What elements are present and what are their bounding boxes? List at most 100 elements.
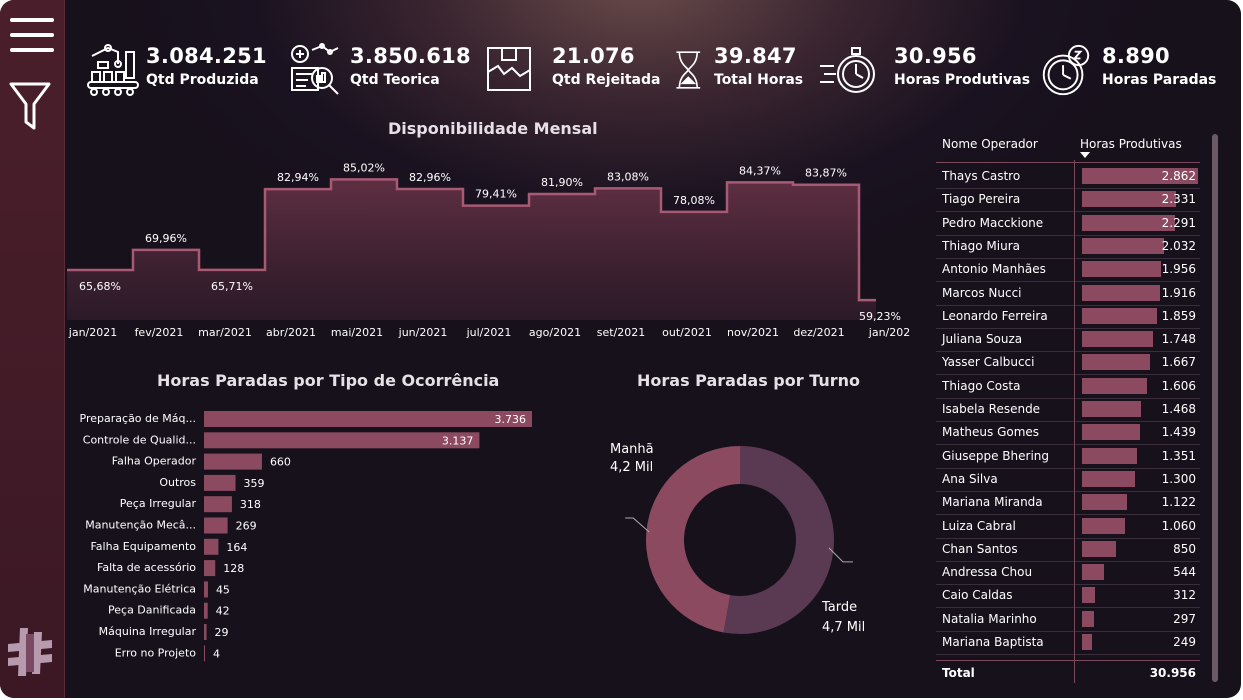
sleep-clock-icon	[1042, 44, 1090, 96]
hours-value: 1.439	[1161, 425, 1196, 440]
data-label: 83,87%	[805, 167, 847, 180]
bar-value-label: 359	[244, 477, 265, 490]
category-label: Preparação de Máq...	[80, 412, 196, 425]
hours-bar	[1082, 331, 1153, 348]
bar-chart-tipo-ocorrencia: Preparação de Máq... 3.736 Controle de Qua…	[80, 411, 532, 662]
sort-desc-icon[interactable]	[1080, 152, 1090, 159]
table-row[interactable]: Ana Silva 1.300	[936, 468, 1200, 492]
table-row[interactable]: Yasser Calbucci 1.667	[936, 351, 1200, 376]
data-label: 83,08%	[607, 170, 649, 183]
table-row[interactable]: Tiago Pereira 2.331	[936, 188, 1200, 213]
slice-category-label: Tarde	[821, 600, 857, 615]
operator-name: Andressa Chou	[942, 565, 1033, 580]
table-row[interactable]: Leonardo Ferreira 1.859	[936, 305, 1200, 329]
hours-value: 1.859	[1161, 308, 1196, 323]
chart-title-turno: Horas Paradas por Turno	[637, 371, 861, 390]
table-scrollbar[interactable]	[1212, 134, 1218, 682]
x-tick-label: jan/2021	[68, 326, 117, 339]
column-header-horas[interactable]: Horas Produtivas	[1080, 137, 1182, 151]
table-row[interactable]: Thiago Costa 1.606	[936, 375, 1200, 399]
table-row[interactable]: Isabela Resende 1.468	[936, 398, 1200, 422]
category-label: Peça Irregular	[120, 497, 197, 510]
kpi-value: 3.084.251	[146, 44, 267, 68]
x-tick-label: dez/2021	[793, 326, 844, 339]
operator-name: Natalia Marinho	[942, 611, 1037, 626]
table-row[interactable]: Pedro Macckione 2.291	[936, 212, 1200, 236]
kpi-horas-produtivas: 30.956 Horas Produtivas	[818, 40, 1031, 100]
bar-value-label: 164	[226, 541, 247, 554]
operator-name: Thiago Miura	[942, 238, 1020, 253]
category-label: Outros	[159, 476, 196, 489]
table-row[interactable]: Thiago Miura 2.032	[936, 235, 1200, 259]
kpi-value: 21.076	[552, 44, 635, 68]
data-label: 82,94%	[277, 171, 319, 184]
bar-value-label: 42	[216, 605, 230, 618]
hamburger-menu-icon[interactable]	[9, 15, 55, 55]
x-tick-label: set/2021	[597, 326, 646, 339]
slice-value-label: 4,2 Mil	[610, 460, 653, 475]
bar-value-label: 269	[236, 520, 257, 533]
table-row[interactable]: Chan Santos 850	[936, 538, 1200, 562]
hours-bar	[1082, 470, 1135, 487]
kpi-value: 30.956	[894, 44, 977, 68]
kpi-value: 8.890	[1102, 44, 1170, 68]
bar-value-label: 128	[223, 562, 244, 575]
table-row[interactable]: Marcos Nucci 1.916	[936, 282, 1200, 306]
hours-bar	[1082, 401, 1142, 417]
column-header-nome[interactable]: Nome Operador	[942, 137, 1038, 151]
total-divider	[936, 660, 1200, 661]
kpi-label: Qtd Teorica	[350, 72, 440, 88]
kpi-value: 39.847	[714, 44, 797, 68]
donut-slice	[646, 446, 740, 633]
table-row[interactable]: Antonio Manhães 1.956	[936, 258, 1200, 283]
operator-name: Leonardo Ferreira	[942, 308, 1048, 323]
category-label: Controle de Qualid...	[83, 433, 196, 446]
hours-value: 1.468	[1161, 402, 1196, 416]
hours-value: 297	[1173, 611, 1196, 626]
x-tick-label: ago/2021	[529, 326, 581, 339]
chart-title-disponibilidade: Disponibilidade Mensal	[388, 119, 598, 138]
table-row[interactable]: Thays Castro 2.862	[936, 165, 1200, 189]
total-label: Total	[942, 666, 975, 680]
operator-name: Tiago Pereira	[942, 192, 1021, 207]
hours-bar	[1082, 424, 1141, 441]
kpi-qtd-teorica: 3.850.618 Qtd Teorica	[288, 40, 471, 100]
data-label: 65,71%	[211, 280, 253, 293]
bar	[204, 602, 208, 619]
hours-value: 2.331	[1161, 192, 1196, 207]
table-row[interactable]: Mariana Baptista 249	[936, 631, 1200, 655]
slice-category-label: Manhã	[610, 442, 654, 457]
x-tick-label: nov/2021	[727, 326, 779, 339]
hours-value: 2.862	[1161, 169, 1196, 183]
table-row[interactable]: Luiza Cabral 1.060	[936, 515, 1200, 539]
x-tick-label: jun/2021	[398, 326, 448, 339]
hours-value: 1.956	[1161, 262, 1196, 277]
table-row[interactable]: Giuseppe Bhering 1.351	[936, 445, 1200, 469]
hours-bar	[1082, 540, 1117, 557]
hours-bar	[1082, 447, 1137, 464]
operator-name: Caio Caldas	[942, 588, 1013, 603]
operator-name: Mariana Miranda	[942, 495, 1043, 510]
table-row[interactable]: Andressa Chou 544	[936, 561, 1200, 586]
area-chart-disponibilidade: 65,68% jan/2021 69,96% fev/2021 65,71% mar/20…	[67, 161, 910, 339]
table-row[interactable]: Natalia Marinho 297	[936, 608, 1200, 632]
kpi-label: Horas Produtivas	[894, 72, 1031, 88]
column-divider	[1074, 160, 1075, 683]
category-label: Falha Operador	[112, 455, 197, 468]
table-row[interactable]: Mariana Miranda 1.122	[936, 491, 1200, 516]
bar-value-label: 3.137	[442, 434, 474, 447]
hours-value: 1.351	[1161, 448, 1196, 463]
hourglass-icon	[676, 51, 701, 89]
factory-robot-icon	[87, 44, 139, 96]
table-row[interactable]: Juliana Souza 1.748	[936, 328, 1200, 353]
kpi-total-horas: 39.847 Total Horas	[672, 40, 812, 100]
filter-icon[interactable]	[8, 80, 52, 132]
category-label: Máquina Irregular	[99, 625, 197, 638]
bar	[204, 581, 208, 598]
bar	[204, 411, 532, 427]
hours-value: 1.606	[1161, 378, 1196, 393]
operator-name: Yasser Calbucci	[942, 355, 1035, 370]
table-row[interactable]: Caio Caldas 312	[936, 584, 1200, 609]
table-row[interactable]: Matheus Gomes 1.439	[936, 421, 1200, 446]
category-label: Falta de acessório	[97, 561, 196, 574]
